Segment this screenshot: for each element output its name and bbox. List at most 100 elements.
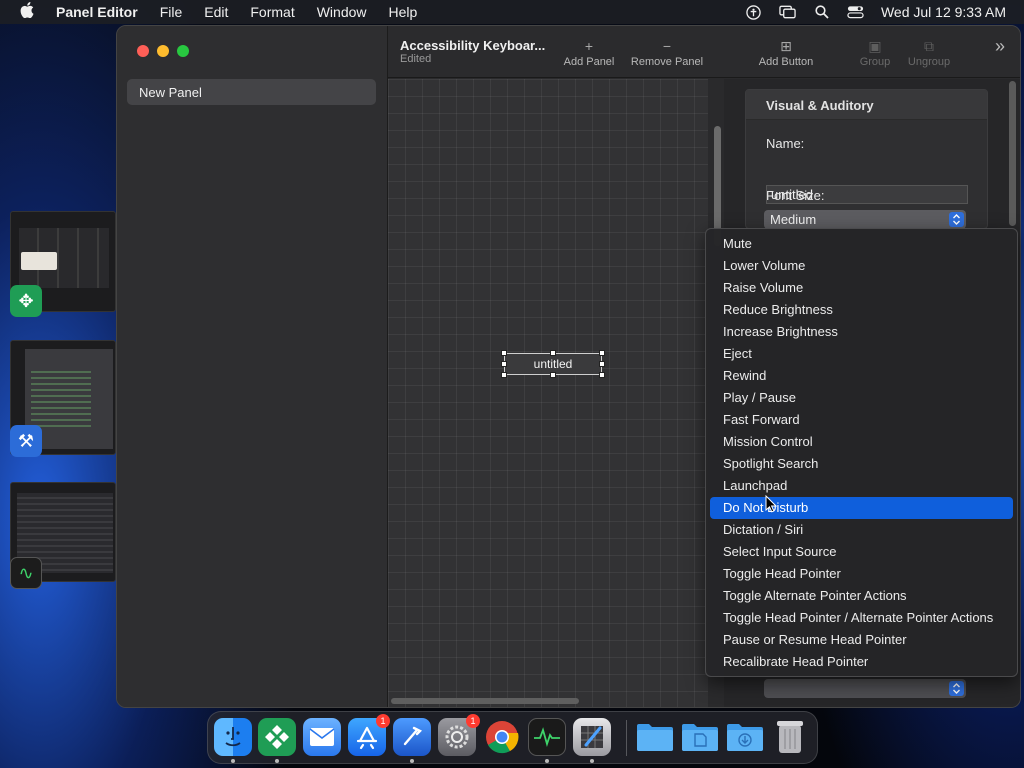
menu-item-dictation-siri[interactable]: Dictation / Siri <box>710 519 1013 541</box>
resize-handle-top[interactable] <box>550 350 556 356</box>
menu-item-mission-control[interactable]: Mission Control <box>710 431 1013 453</box>
name-label: Name: <box>766 136 805 151</box>
add-button-icon: ⊞ <box>780 38 792 54</box>
inspector-section-title: Visual & Auditory <box>766 98 874 113</box>
inspector-panel: Visual & Auditory Name: Font Size: <box>745 89 988 229</box>
system-settings-badge: 1 <box>466 714 480 728</box>
document-status: Edited <box>400 53 432 65</box>
menu-item-recalibrate-head-pointer[interactable]: Recalibrate Head Pointer <box>710 651 1013 673</box>
canvas-button-label: untitled <box>533 357 573 371</box>
menu-item-toggle-alternate-pointer-actions[interactable]: Toggle Alternate Pointer Actions <box>710 585 1013 607</box>
menu-item-launchpad[interactable]: Launchpad <box>710 475 1013 497</box>
folder-icon[interactable] <box>636 718 674 756</box>
sidebar-item-new-panel[interactable]: New Panel <box>127 79 376 105</box>
sidebar: New Panel <box>117 26 388 707</box>
app-cluster-icon[interactable]: ✥ <box>10 285 42 317</box>
ungroup-button[interactable]: ⧉ Ungroup <box>905 36 953 68</box>
resize-handle-left[interactable] <box>501 361 507 367</box>
group-icon: ▣ <box>868 38 882 54</box>
trash-icon[interactable] <box>771 718 809 756</box>
plus-icon: + <box>584 38 594 54</box>
canvas-horizontal-scrollbar[interactable] <box>391 698 579 704</box>
mail-icon[interactable] <box>303 718 341 756</box>
menu-edit[interactable]: Edit <box>204 4 228 20</box>
control-center-icon[interactable] <box>847 5 865 19</box>
font-size-label: Font Size: <box>766 188 825 203</box>
accessibility-icon[interactable] <box>745 4 763 20</box>
menu-item-play-pause[interactable]: Play / Pause <box>710 387 1013 409</box>
toolbar: Accessibility Keyboar... Edited + Add Pa… <box>388 26 1020 78</box>
window-controls <box>137 45 189 57</box>
search-icon[interactable] <box>813 5 831 19</box>
resize-handle-right[interactable] <box>599 361 605 367</box>
close-button[interactable] <box>137 45 149 57</box>
minus-icon: − <box>662 38 672 54</box>
system-settings-icon[interactable]: 1 <box>438 714 480 756</box>
menu-item-pause-resume-head-pointer[interactable]: Pause or Resume Head Pointer <box>710 629 1013 651</box>
xcode-icon[interactable] <box>393 718 431 756</box>
running-indicator <box>590 759 594 763</box>
menu-item-toggle-head-pointer-alternate-pointer-actions[interactable]: Toggle Head Pointer / Alternate Pointer … <box>710 607 1013 629</box>
chrome-icon[interactable] <box>483 718 521 756</box>
secondary-popup[interactable] <box>764 679 966 698</box>
resize-handle-top-left[interactable] <box>501 350 507 356</box>
menu-format[interactable]: Format <box>250 4 294 20</box>
remove-panel-button[interactable]: − Remove Panel <box>629 36 705 68</box>
menu-item-toggle-head-pointer[interactable]: Toggle Head Pointer <box>710 563 1013 585</box>
menu-item-mute[interactable]: Mute <box>710 233 1013 255</box>
activity-monitor-icon[interactable] <box>528 718 566 756</box>
dock-separator <box>626 720 627 756</box>
app-store-icon[interactable]: 1 <box>348 714 390 756</box>
minimize-button[interactable] <box>157 45 169 57</box>
font-size-value: Medium <box>770 212 817 227</box>
action-dropdown-menu: Mute Lower Volume Raise Volume Reduce Br… <box>705 228 1018 677</box>
group-button[interactable]: ▣ Group <box>858 36 892 68</box>
menu-item-do-not-disturb[interactable]: Do Not Disturb <box>710 497 1013 519</box>
menu-item-lower-volume[interactable]: Lower Volume <box>710 255 1013 277</box>
menu-bar: Panel Editor File Edit Format Window Hel… <box>0 0 1024 24</box>
finder-icon[interactable] <box>214 718 252 756</box>
font-size-popup[interactable]: Medium <box>764 210 966 229</box>
running-indicator <box>410 759 414 763</box>
apple-menu-icon[interactable] <box>20 2 36 22</box>
menu-item-select-input-source[interactable]: Select Input Source <box>710 541 1013 563</box>
menu-item-fast-forward[interactable]: Fast Forward <box>710 409 1013 431</box>
add-button-button[interactable]: ⊞ Add Button <box>755 36 817 68</box>
running-indicator <box>275 759 279 763</box>
inspector-scrollbar[interactable] <box>1009 81 1016 226</box>
ungroup-icon: ⧉ <box>924 38 934 54</box>
menu-item-increase-brightness[interactable]: Increase Brightness <box>710 321 1013 343</box>
mouse-cursor-icon <box>765 494 778 516</box>
menu-file[interactable]: File <box>160 4 183 20</box>
menu-help[interactable]: Help <box>389 4 418 20</box>
add-panel-button[interactable]: + Add Panel <box>561 36 617 68</box>
resize-handle-bottom[interactable] <box>550 372 556 378</box>
menu-item-spotlight-search[interactable]: Spotlight Search <box>710 453 1013 475</box>
document-title: Accessibility Keyboar... <box>400 38 546 53</box>
resize-handle-top-right[interactable] <box>599 350 605 356</box>
downloads-folder-icon[interactable] <box>726 718 764 756</box>
menu-item-reduce-brightness[interactable]: Reduce Brightness <box>710 299 1013 321</box>
menu-item-raise-volume[interactable]: Raise Volume <box>710 277 1013 299</box>
menu-window[interactable]: Window <box>317 4 367 20</box>
screen-mirror-icon[interactable] <box>779 5 797 19</box>
running-indicator <box>231 759 235 763</box>
xcode-icon[interactable]: ⚒ <box>10 425 42 457</box>
menu-item-eject[interactable]: Eject <box>710 343 1013 365</box>
panel-editor-icon[interactable] <box>573 718 611 756</box>
chevron-updown-icon <box>949 681 964 696</box>
app-cluster-icon[interactable] <box>258 718 296 756</box>
resize-handle-bottom-right[interactable] <box>599 372 605 378</box>
zoom-button[interactable] <box>177 45 189 57</box>
documents-folder-icon[interactable] <box>681 718 719 756</box>
menubar-clock[interactable]: Wed Jul 12 9:33 AM <box>881 4 1006 20</box>
resize-handle-bottom-left[interactable] <box>501 372 507 378</box>
toolbar-overflow-button[interactable]: » <box>990 36 1010 57</box>
chevron-double-right-icon: » <box>994 36 1005 56</box>
dock: 1 1 <box>207 711 818 764</box>
app-store-badge: 1 <box>376 714 390 728</box>
app-name-menu[interactable]: Panel Editor <box>56 4 138 20</box>
menu-item-rewind[interactable]: Rewind <box>710 365 1013 387</box>
activity-monitor-icon[interactable]: ∿ <box>10 557 42 589</box>
panel-canvas[interactable] <box>388 79 708 707</box>
